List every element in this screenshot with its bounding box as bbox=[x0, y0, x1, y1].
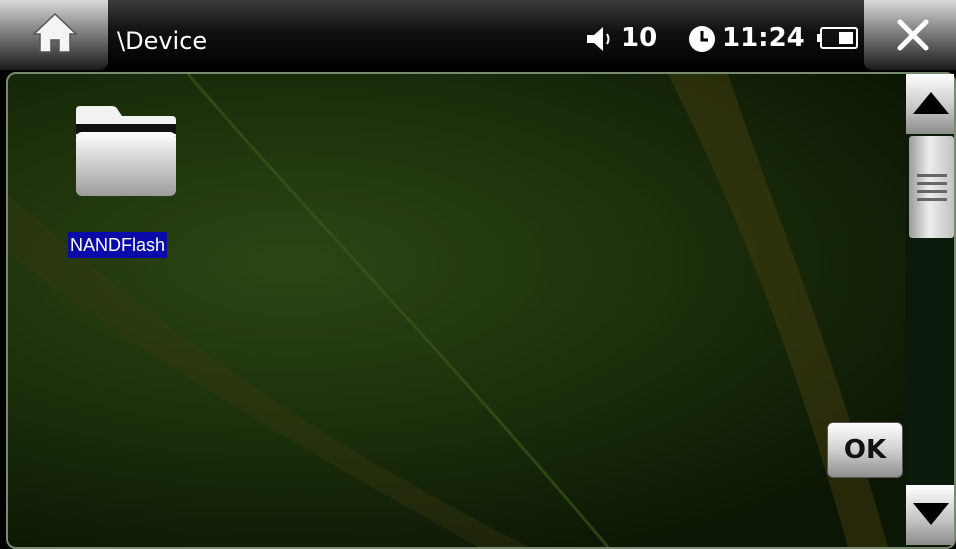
grip-icon bbox=[917, 174, 947, 201]
scroll-up-button[interactable] bbox=[906, 74, 954, 134]
scroll-down-button[interactable] bbox=[906, 485, 954, 545]
file-browser-area: NANDFlash OK bbox=[6, 72, 956, 549]
home-icon bbox=[32, 12, 78, 53]
title-bar: \Device 10 11:24 bbox=[0, 0, 956, 70]
folder-icon bbox=[76, 106, 176, 196]
scroll-thumb[interactable] bbox=[909, 136, 954, 238]
arrow-down-icon bbox=[913, 503, 949, 525]
volume-level: 10 bbox=[621, 23, 658, 53]
current-path: \Device bbox=[117, 27, 208, 55]
vertical-scrollbar[interactable] bbox=[906, 74, 954, 545]
ok-button[interactable]: OK bbox=[827, 422, 903, 478]
close-icon bbox=[897, 19, 929, 51]
arrow-up-icon bbox=[913, 92, 949, 114]
folder-item[interactable]: NANDFlash bbox=[66, 106, 186, 258]
close-button[interactable] bbox=[864, 0, 956, 70]
clock-time: 11:24 bbox=[722, 23, 805, 53]
clock-icon bbox=[689, 26, 715, 52]
folder-name: NANDFlash bbox=[68, 232, 168, 258]
battery-icon bbox=[817, 27, 858, 49]
speaker-icon bbox=[587, 27, 610, 51]
home-button[interactable] bbox=[0, 0, 108, 70]
